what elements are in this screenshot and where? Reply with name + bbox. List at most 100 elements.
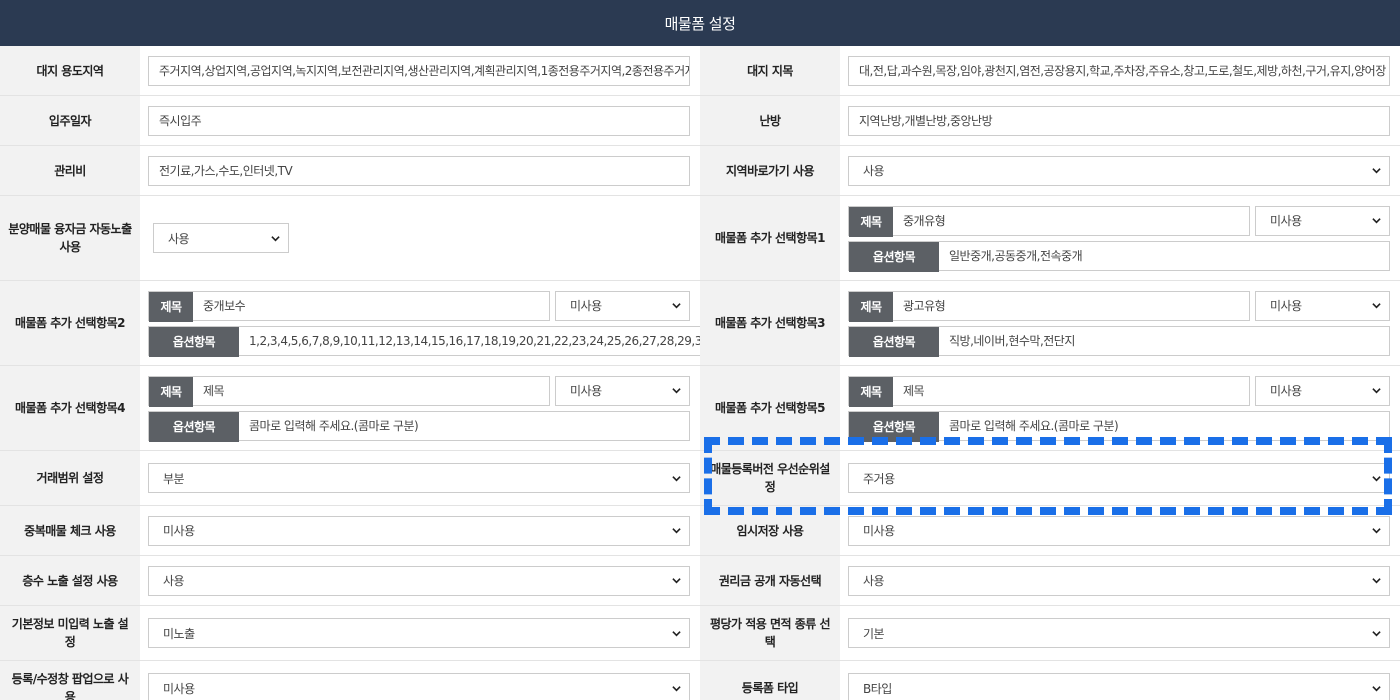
extra-field-3-status-value: 미사용 xyxy=(1270,299,1302,313)
extra-field-1-status-value: 미사용 xyxy=(1270,214,1302,228)
form-row: 대지 용도지역 주거지역,상업지역,공업지역,녹지지역,보전관리지역,생산관리지… xyxy=(0,46,1400,96)
extra-field-4-options-input[interactable]: 콤마로 입력해 주세요.(콤마로 구분) xyxy=(239,412,689,440)
form-row: 관리비 전기료,가스,수도,인터넷,TV 지역바로가기 사용 사용 xyxy=(0,146,1400,196)
extra-field-3-options-input[interactable]: 직방,네이버,현수막,전단지 xyxy=(939,327,1389,355)
chevron-down-icon xyxy=(1372,303,1381,309)
chevron-down-icon xyxy=(1372,630,1381,636)
extra-field-1-status-select[interactable]: 미사용 xyxy=(1255,205,1390,236)
price-per-area-label: 평당가 적용 면적 종류 선택 xyxy=(700,606,840,660)
extra-field-4-status-select[interactable]: 미사용 xyxy=(555,375,690,406)
presale-loan-value: 사용 xyxy=(168,231,190,246)
form-row: 중복매물 체크 사용 미사용 임시저장 사용 미사용 xyxy=(0,506,1400,556)
options-tag: 옵션항목 xyxy=(849,411,939,442)
premium-auto-select-label: 권리금 공개 자동선택 xyxy=(700,556,840,605)
presale-loan-select[interactable]: 사용 xyxy=(153,223,289,253)
title-tag: 제목 xyxy=(849,291,893,322)
chevron-down-icon xyxy=(271,235,280,241)
extra-field-2-title-group: 제목 중개보수 xyxy=(148,290,550,322)
form-row: 기본정보 미입력 노출 설정 미노출 평당가 적용 면적 종류 선택 기본 xyxy=(0,606,1400,661)
extra-field-3-title-input[interactable]: 광고유형 xyxy=(893,292,1249,320)
basic-info-display-label: 기본정보 미입력 노출 설정 xyxy=(0,606,140,660)
extra-field-3-options-group: 옵션항목 직방,네이버,현수막,전단지 xyxy=(848,325,1390,357)
chevron-down-icon xyxy=(672,630,681,636)
extra-field-5-options-group: 옵션항목 콤마로 입력해 주세요.(콤마로 구분) xyxy=(848,410,1390,442)
form-row: 입주일자 즉시입주 난방 지역난방,개별난방,중앙난방 xyxy=(0,96,1400,146)
heating-input[interactable]: 지역난방,개별난방,중앙난방 xyxy=(848,105,1390,136)
chevron-down-icon xyxy=(672,528,681,534)
move-in-date-label: 입주일자 xyxy=(0,96,140,145)
temp-save-label: 임시저장 사용 xyxy=(700,506,840,555)
duplicate-check-label: 중복매물 체크 사용 xyxy=(0,506,140,555)
floor-display-select[interactable]: 사용 xyxy=(148,565,690,596)
listing-version-priority-label: 매물등록버전 우선순위설정 xyxy=(700,451,840,505)
extra-field-5-options-input[interactable]: 콤마로 입력해 주세요.(콤마로 구분) xyxy=(939,412,1389,440)
form-type-select[interactable]: B타입 xyxy=(848,673,1390,700)
chevron-down-icon xyxy=(672,303,681,309)
floor-display-label: 층수 노출 설정 사용 xyxy=(0,556,140,605)
form-type-label: 등록폼 타입 xyxy=(700,661,840,700)
title-tag: 제목 xyxy=(849,376,893,407)
extra-field-1-title-input[interactable]: 중개유형 xyxy=(893,207,1249,235)
extra-field-5-title-input[interactable]: 제목 xyxy=(893,377,1249,405)
duplicate-check-value: 미사용 xyxy=(163,524,195,538)
chevron-down-icon xyxy=(1372,685,1381,691)
extra-field-5-label: 매물폼 추가 선택항목5 xyxy=(700,366,840,450)
extra-field-2-label: 매물폼 추가 선택항목2 xyxy=(0,281,140,365)
popup-edit-select[interactable]: 미사용 xyxy=(148,673,690,700)
extra-field-4-options-group: 옵션항목 콤마로 입력해 주세요.(콤마로 구분) xyxy=(148,410,690,442)
chevron-down-icon xyxy=(672,475,681,481)
extra-field-5-status-select[interactable]: 미사용 xyxy=(1255,375,1390,406)
listing-version-priority-select[interactable]: 주거용 xyxy=(848,463,1390,493)
maintenance-fee-input[interactable]: 전기료,가스,수도,인터넷,TV xyxy=(148,155,690,186)
extra-field-1-options-group: 옵션항목 일반중개,공동중개,전속중개 xyxy=(848,240,1390,272)
chevron-down-icon xyxy=(1372,218,1381,224)
title-tag: 제목 xyxy=(149,291,193,322)
options-tag: 옵션항목 xyxy=(149,411,239,442)
deal-range-select[interactable]: 부분 xyxy=(148,463,690,493)
move-in-date-input[interactable]: 즉시입주 xyxy=(148,105,690,136)
temp-save-select[interactable]: 미사용 xyxy=(848,515,1390,546)
extra-field-2-options-input[interactable]: 1,2,3,4,5,6,7,8,9,10,11,12,13,14,15,16,1… xyxy=(239,327,719,355)
extra-field-1-label: 매물폼 추가 선택항목1 xyxy=(700,196,840,280)
extra-field-5-title-group: 제목 제목 xyxy=(848,375,1250,407)
extra-field-2-status-value: 미사용 xyxy=(570,299,602,313)
chevron-down-icon xyxy=(672,578,681,584)
extra-field-4-label: 매물폼 추가 선택항목4 xyxy=(0,366,140,450)
form-row: 분양매물 융자금 자동노출 사용 사용 매물폼 추가 선택항목1 제목 중개유형… xyxy=(0,196,1400,281)
title-tag: 제목 xyxy=(849,206,893,237)
price-per-area-select[interactable]: 기본 xyxy=(848,618,1390,648)
land-category-input[interactable]: 대,전,답,과수원,목장,임야,광천지,염전,공장용지,학교,주차장,주유소,창… xyxy=(848,55,1390,86)
extra-field-3-status-select[interactable]: 미사용 xyxy=(1255,290,1390,321)
extra-field-4-status-value: 미사용 xyxy=(570,384,602,398)
land-use-zone-input[interactable]: 주거지역,상업지역,공업지역,녹지지역,보전관리지역,생산관리지역,계획관리지역… xyxy=(148,55,690,86)
extra-field-1-options-input[interactable]: 일반중개,공동중개,전속중개 xyxy=(939,242,1389,270)
chevron-down-icon xyxy=(1372,578,1381,584)
land-category-label: 대지 지목 xyxy=(700,46,840,95)
chevron-down-icon xyxy=(1372,475,1381,481)
page-title: 매물폼 설정 xyxy=(0,0,1400,46)
options-tag: 옵션항목 xyxy=(849,241,939,272)
premium-auto-select-value: 사용 xyxy=(863,574,885,588)
temp-save-value: 미사용 xyxy=(863,524,895,538)
heating-label: 난방 xyxy=(700,96,840,145)
chevron-down-icon xyxy=(672,685,681,691)
chevron-down-icon xyxy=(1372,388,1381,394)
duplicate-check-select[interactable]: 미사용 xyxy=(148,515,690,546)
basic-info-display-select[interactable]: 미노출 xyxy=(148,618,690,648)
region-shortcut-select[interactable]: 사용 xyxy=(848,155,1390,186)
extra-field-4-title-input[interactable]: 제목 xyxy=(193,377,549,405)
title-tag: 제목 xyxy=(149,376,193,407)
extra-field-3-title-group: 제목 광고유형 xyxy=(848,290,1250,322)
form-row: 층수 노출 설정 사용 사용 권리금 공개 자동선택 사용 xyxy=(0,556,1400,606)
floor-display-value: 사용 xyxy=(163,574,185,588)
form-type-value: B타입 xyxy=(863,681,892,696)
extra-field-2-status-select[interactable]: 미사용 xyxy=(555,290,690,321)
popup-edit-label: 등록/수정창 팝업으로 사용 xyxy=(0,661,140,700)
region-shortcut-value: 사용 xyxy=(863,164,885,178)
extra-field-2-title-input[interactable]: 중개보수 xyxy=(193,292,549,320)
premium-auto-select-select[interactable]: 사용 xyxy=(848,565,1390,596)
deal-range-value: 부분 xyxy=(163,471,185,486)
extra-field-3-label: 매물폼 추가 선택항목3 xyxy=(700,281,840,365)
presale-loan-label: 분양매물 융자금 자동노출 사용 xyxy=(0,196,140,280)
region-shortcut-label: 지역바로가기 사용 xyxy=(700,146,840,195)
